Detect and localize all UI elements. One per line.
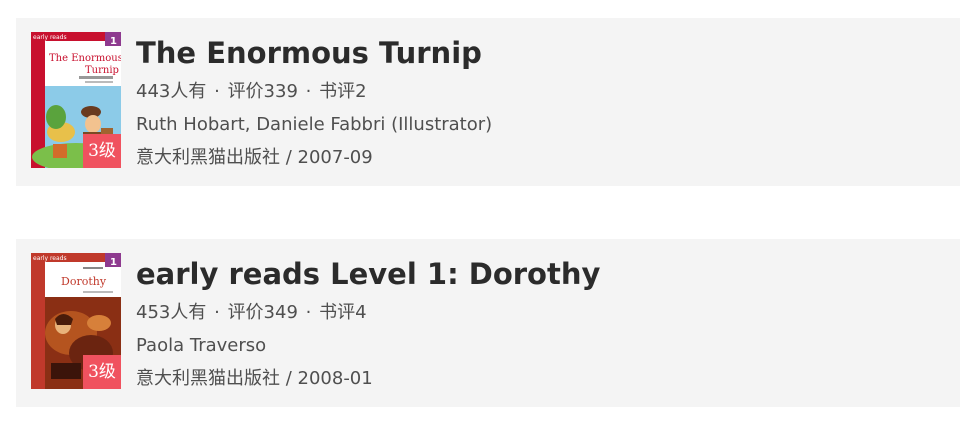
review-count: 书评2	[319, 81, 367, 102]
book-publisher-date: 意大利黑猫出版社 / 2007-09	[136, 147, 373, 168]
rating-count: 评价349	[227, 302, 298, 323]
book-info: The Enormous Turnip 443人有 · 评价339 · 书评2 …	[136, 32, 950, 173]
separator: ·	[305, 81, 312, 102]
cover-level-num: 1	[110, 36, 117, 47]
book-info: early reads Level 1: Dorothy 453人有 · 评价3…	[136, 253, 950, 394]
book-cover-image[interactable]: early reads 1 Dorothy 3级	[31, 253, 121, 389]
rating-count: 评价339	[227, 81, 298, 102]
book-title-link[interactable]: The Enormous Turnip	[136, 32, 950, 74]
cover-title-line2: Turnip	[85, 65, 119, 76]
book-stats: 453人有 · 评价349 · 书评4	[136, 298, 950, 328]
separator: ·	[214, 81, 220, 102]
book-stats: 443人有 · 评价339 · 书评2	[136, 77, 950, 107]
owners-count: 443人有	[136, 81, 207, 102]
review-count: 书评4	[319, 302, 367, 323]
book-cover-image[interactable]: early reads 1 The Enormous Turnip 3级	[31, 32, 121, 168]
book-card[interactable]: early reads 1 The Enormous Turnip 3级 The…	[16, 18, 960, 186]
book-card[interactable]: early reads 1 Dorothy 3级 early reads Lev…	[16, 239, 960, 407]
book-title-link[interactable]: early reads Level 1: Dorothy	[136, 253, 950, 295]
cover-brand: early reads	[33, 255, 67, 262]
cover-title-line1: The Enormous	[49, 53, 121, 64]
owners-count: 453人有	[136, 302, 207, 323]
separator: ·	[214, 302, 220, 323]
book-authors: Paola Traverso	[136, 335, 267, 356]
book-publisher-date: 意大利黑猫出版社 / 2008-01	[136, 368, 373, 389]
cover-level-num: 1	[110, 257, 117, 268]
level-badge: 3级	[83, 355, 121, 389]
cover-title-line1: Dorothy	[61, 275, 107, 288]
separator: ·	[305, 302, 312, 323]
level-badge: 3级	[83, 134, 121, 168]
cover-brand: early reads	[33, 34, 67, 41]
book-authors: Ruth Hobart, Daniele Fabbri (Illustrator…	[136, 114, 493, 135]
